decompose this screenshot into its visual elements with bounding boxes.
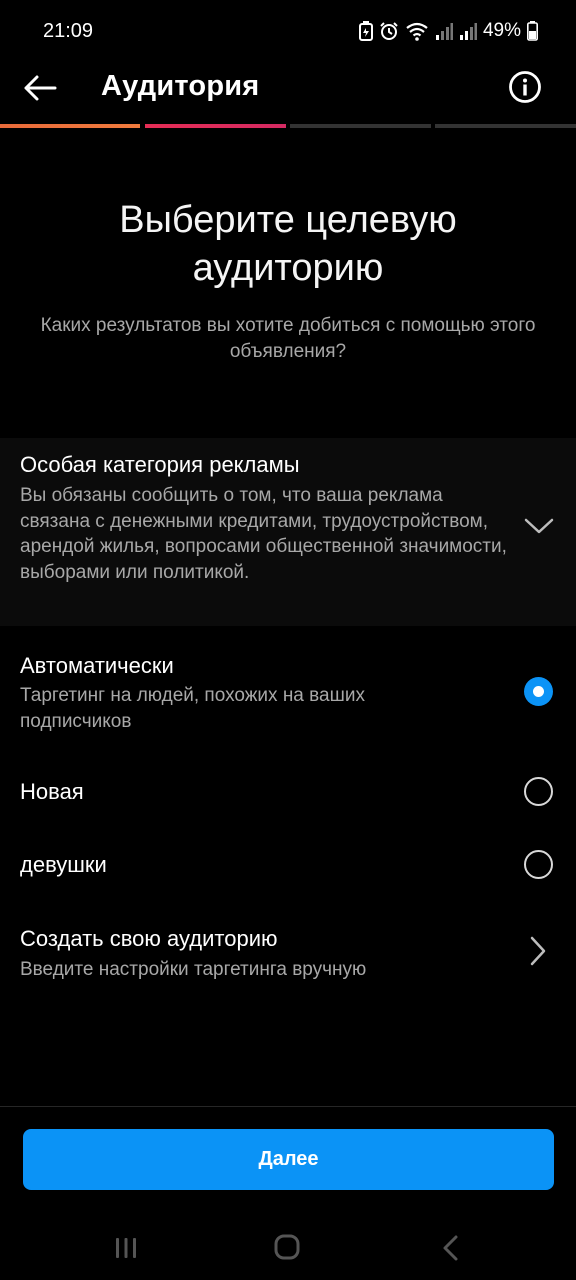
battery-percent: 49% [482,20,521,41]
info-circle-icon [509,71,541,103]
progress-step-1 [0,124,140,128]
wifi-icon [406,22,428,41]
chevron-down-icon [524,518,554,534]
back-icon [443,1235,458,1261]
recent-apps-icon [116,1238,136,1258]
special-category-title: Особая категория рекламы [20,452,300,477]
create-audience-title: Создать свою аудиторию [20,926,278,951]
create-audience-description: Введите настройки таргетинга вручную [20,959,367,980]
radio-automatic[interactable] [524,677,553,706]
special-category-expand[interactable] [524,514,554,538]
page-title: Аудитория [101,70,260,102]
status-icons: 49% [358,20,538,42]
radio-devushki[interactable] [524,850,553,879]
info-button[interactable] [508,70,542,104]
battery-saver-icon [358,21,373,41]
nav-back[interactable] [440,1234,460,1262]
radio-novaya[interactable] [524,777,553,806]
option-devushki-title: девушки [20,852,107,877]
next-button[interactable]: Далее [23,1129,554,1190]
headline: Выберите целевую аудиторию [119,199,457,289]
create-audience-arrow [528,934,548,968]
battery-icon [527,21,538,41]
option-novaya-title: Новая [20,779,84,804]
subheading: Каких результатов вы хотите добиться с п… [40,315,536,362]
home-icon [274,1234,300,1260]
chevron-right-icon [530,936,546,966]
nav-recent-apps[interactable] [113,1235,139,1261]
signal-icon [435,23,453,40]
progress-step-2 [145,124,286,128]
footer-divider [0,1106,576,1107]
nav-home[interactable] [273,1233,301,1261]
alarm-icon [380,22,398,40]
back-button[interactable] [22,70,58,106]
option-automatic-description: Таргетинг на людей, похожих на ваших под… [20,685,365,732]
option-automatic-title: Автоматически [20,653,174,678]
progress-step-4 [435,124,576,128]
signal-icon [459,23,477,40]
special-category-description: Вы обязаны сообщить о том, что ваша рекл… [20,485,507,583]
status-time: 21:09 [43,20,94,42]
progress-step-3 [290,124,431,128]
option-novaya[interactable] [0,760,576,824]
arrow-left-icon [24,75,57,101]
